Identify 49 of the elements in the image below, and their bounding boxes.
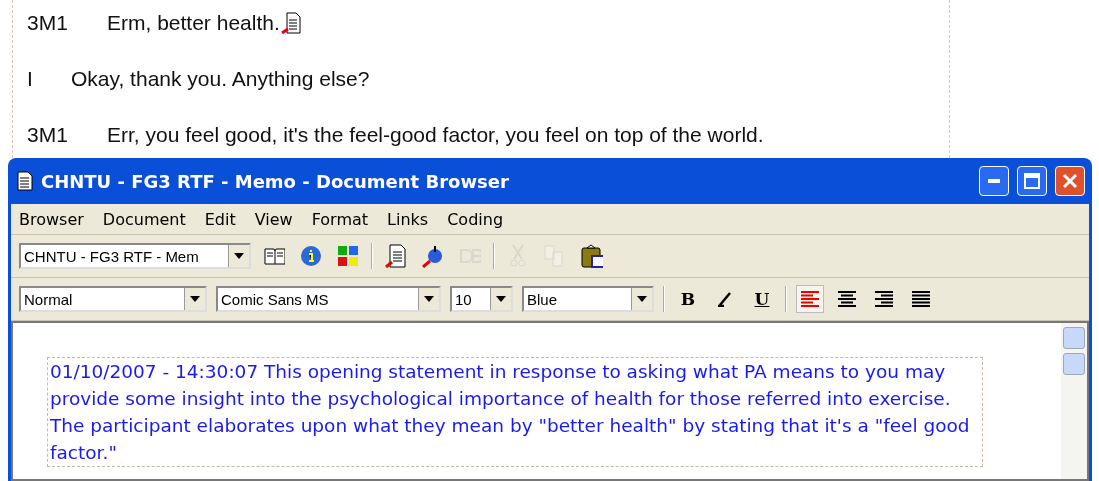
font-dropdown[interactable]: Comic Sans MS: [216, 286, 441, 312]
memo-icon: [280, 12, 301, 34]
menu-item[interactable]: Edit: [204, 209, 236, 229]
memo-text: 01/10/2007 - 14:30:07 This opening statement in response to asking what PA means to you may provide some insight into the psychological importance of health for those referred into exercise. The participant elaborates upon what they mean by "better health" by stating that it's a "feel good factor.": [47, 357, 983, 467]
transcript-text: Erm, better health.: [107, 11, 280, 35]
clipboard-icon: [581, 244, 603, 268]
dropdown-arrow-icon: [190, 296, 200, 302]
close-icon: [1062, 173, 1078, 189]
speaker-label: 3M1: [27, 123, 69, 147]
document-icon: [385, 244, 407, 268]
transcript-text: Okay, thank you. Anything else?: [71, 67, 370, 91]
document-icon: [17, 171, 33, 191]
bold-button[interactable]: B: [674, 285, 702, 313]
scroll-thumb[interactable]: [1063, 353, 1085, 375]
align-justify-icon: [912, 290, 930, 308]
book-icon: [263, 246, 285, 266]
maximize-icon: [1024, 173, 1040, 189]
grid-icon: [337, 245, 359, 267]
maximize-button[interactable]: [1017, 166, 1047, 196]
dropdown-arrow-icon: [496, 296, 506, 302]
minimize-button[interactable]: [979, 166, 1009, 196]
document-dropdown[interactable]: CHNTU - FG3 RTF - Mem: [19, 243, 251, 269]
pin-icon: [422, 244, 444, 268]
underline-button[interactable]: U: [748, 285, 776, 313]
menu-item[interactable]: Coding: [447, 209, 504, 229]
window-title: CHNTU - FG3 RTF - Memo - Document Browser: [41, 170, 510, 192]
info-icon: [300, 245, 322, 267]
align-right-icon: [875, 290, 893, 308]
dropdown-arrow-icon: [234, 253, 244, 259]
color-dropdown[interactable]: Blue: [522, 286, 654, 312]
align-left-button[interactable]: [796, 285, 824, 313]
menu-item[interactable]: Links: [387, 209, 429, 229]
dropdown-arrow-icon: [637, 296, 647, 302]
align-center-icon: [838, 290, 856, 308]
transcript-text: Err, you feel good, it's the feel-good factor, you feel on top of the world.: [107, 123, 764, 147]
menu-item[interactable]: Browser: [19, 209, 84, 229]
italic-icon: [717, 291, 733, 307]
paste-button[interactable]: [578, 242, 606, 270]
dropdown-arrow-icon: [424, 296, 434, 302]
menu-item[interactable]: Document: [102, 209, 186, 229]
speaker-label: 3M1: [27, 11, 69, 35]
close-button[interactable]: [1055, 166, 1085, 196]
align-left-icon: [801, 290, 819, 308]
menu-item[interactable]: View: [254, 209, 293, 229]
speaker-label: I: [27, 67, 34, 91]
style-dropdown[interactable]: Normal: [19, 286, 207, 312]
font-size-dropdown[interactable]: 10: [450, 286, 513, 312]
minimize-icon: [988, 179, 1000, 183]
menu-item[interactable]: Format: [311, 209, 369, 229]
